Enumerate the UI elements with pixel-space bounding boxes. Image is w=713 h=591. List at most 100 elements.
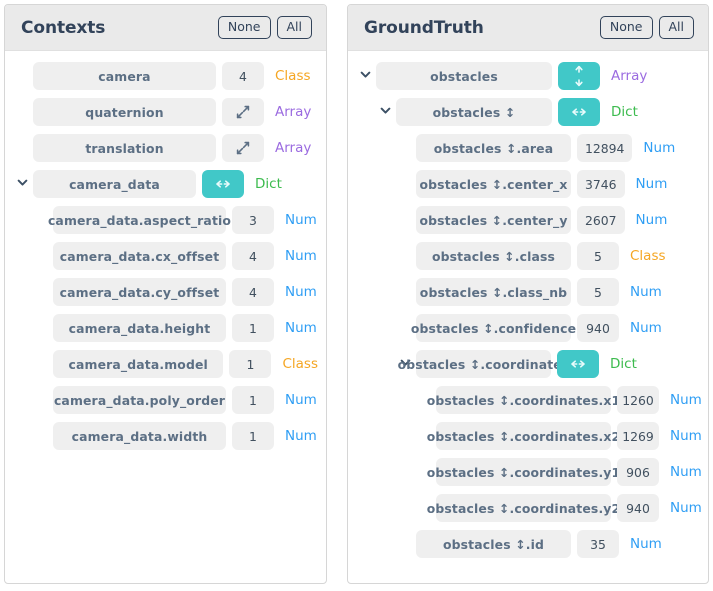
field-row: camera_data.height 1 Num [5, 310, 326, 346]
field-name-pill[interactable]: camera_data [33, 170, 196, 198]
field-name-pill[interactable]: obstacles ↕.class_nb [416, 278, 571, 306]
panel-title: GroundTruth [364, 17, 484, 38]
field-name-pill[interactable]: obstacles ↕.area [416, 134, 571, 162]
left-right-arrows-icon[interactable] [558, 98, 600, 126]
panel-header-groundtruth: GroundTruth None All [348, 5, 708, 51]
header-buttons: None All [217, 15, 312, 40]
field-name-pill[interactable]: quaternion [33, 98, 216, 126]
field-value-pill[interactable]: 940 [617, 494, 659, 522]
field-row: obstacles ↕.class_nb 5 Num [348, 274, 708, 310]
field-type-label: Num [285, 248, 317, 264]
field-type-label: Num [635, 176, 668, 192]
field-name-pill[interactable]: camera_data.width [53, 422, 226, 450]
field-type-label: Array [611, 68, 648, 84]
field-row: camera_data.aspect_ratio 3 Num [5, 202, 326, 238]
field-row: obstacles ↕.coordinates.x2 1269 Num [348, 418, 708, 454]
field-name-pill[interactable]: obstacles [376, 62, 552, 90]
field-value-pill[interactable]: 4 [232, 278, 274, 306]
panel-groundtruth: GroundTruth None All obstacles Array obstacle… [347, 4, 709, 584]
field-row: camera_data.width 1 Num [5, 418, 326, 454]
select-all-button[interactable]: All [658, 15, 694, 40]
field-type-label: Num [670, 428, 702, 444]
field-value-pill[interactable]: 4 [232, 242, 274, 270]
field-row: obstacles ↕.area 12894 Num [348, 130, 708, 166]
field-name-pill[interactable]: camera_data.cx_offset [53, 242, 226, 270]
field-value-pill[interactable]: 3746 [577, 170, 625, 198]
field-type-label: Num [285, 284, 317, 300]
field-value-pill[interactable]: 4 [222, 62, 264, 90]
field-value-pill[interactable]: 906 [617, 458, 659, 486]
field-type-label: Array [275, 104, 312, 120]
field-row: camera 4 Class [5, 58, 326, 94]
field-row: camera_data.cy_offset 4 Num [5, 274, 326, 310]
field-row: camera_data.poly_order 1 Num [5, 382, 326, 418]
select-none-button[interactable]: None [599, 15, 653, 40]
field-name-pill[interactable]: obstacles ↕ [396, 98, 552, 126]
field-value-pill[interactable]: 35 [577, 530, 619, 558]
panel-header-contexts: Contexts None All [5, 5, 326, 51]
field-row: obstacles ↕.coordinates.x1 1260 Num [348, 382, 708, 418]
left-right-arrows-icon[interactable] [557, 350, 599, 378]
chevron-down-icon[interactable] [374, 105, 396, 119]
field-name-pill[interactable]: obstacles ↕.coordinates [398, 350, 569, 378]
field-name-pill[interactable]: obstacles ↕.coordinates.x2 [427, 422, 620, 450]
field-name-pill[interactable]: obstacles ↕.id [416, 530, 571, 558]
field-type-label: Num [285, 392, 317, 408]
field-name-pill[interactable]: translation [33, 134, 216, 162]
field-name-pill[interactable]: obstacles ↕.confidence [411, 314, 576, 342]
expand-diagonal-icon[interactable] [222, 134, 264, 162]
field-type-label: Num [670, 464, 702, 480]
field-row: obstacles Array [348, 58, 708, 94]
select-all-button[interactable]: All [276, 15, 312, 40]
field-row: camera_data.cx_offset 4 Num [5, 238, 326, 274]
field-value-pill[interactable]: 5 [577, 278, 619, 306]
field-type-label: Num [643, 140, 676, 156]
field-type-label: Dict [610, 356, 637, 372]
field-name-pill[interactable]: obstacles ↕.coordinates.y2 [427, 494, 620, 522]
field-type-label: Num [630, 320, 662, 336]
field-name-pill[interactable]: camera [33, 62, 216, 90]
field-value-pill[interactable]: 3 [232, 206, 274, 234]
panels-container: Contexts None All camera 4 Class quaternion Arr… [0, 0, 713, 591]
field-name-pill[interactable]: camera_data.aspect_ratio [48, 206, 231, 234]
field-value-pill[interactable]: 1 [229, 350, 272, 378]
field-row: obstacles ↕ Dict [348, 94, 708, 130]
chevron-down-icon[interactable] [354, 69, 376, 83]
up-down-arrows-icon[interactable] [558, 62, 600, 90]
field-name-pill[interactable]: obstacles ↕.coordinates.x1 [427, 386, 620, 414]
field-value-pill[interactable]: 1 [232, 386, 274, 414]
select-none-button[interactable]: None [217, 15, 271, 40]
field-type-label: Dict [255, 176, 282, 192]
field-row: obstacles ↕.id 35 Num [348, 526, 708, 562]
field-name-pill[interactable]: obstacles ↕.class [416, 242, 571, 270]
field-value-pill[interactable]: 1269 [617, 422, 659, 450]
field-value-pill[interactable]: 2607 [577, 206, 625, 234]
panel-title: Contexts [21, 17, 106, 38]
field-type-label: Class [282, 356, 318, 372]
field-value-pill[interactable]: 940 [577, 314, 619, 342]
field-type-label: Num [635, 212, 668, 228]
field-name-pill[interactable]: obstacles ↕.center_y [416, 206, 571, 234]
field-type-label: Num [285, 320, 317, 336]
expand-diagonal-icon[interactable] [222, 98, 264, 126]
field-name-pill[interactable]: obstacles ↕.coordinates.y1 [427, 458, 620, 486]
field-row: translation Array [5, 130, 326, 166]
field-row: obstacles ↕.center_y 2607 Num [348, 202, 708, 238]
field-name-pill[interactable]: camera_data.cy_offset [53, 278, 226, 306]
field-name-pill[interactable]: obstacles ↕.center_x [416, 170, 571, 198]
field-name-pill[interactable]: camera_data.poly_order [53, 386, 226, 414]
field-row: obstacles ↕.coordinates.y2 940 Num [348, 490, 708, 526]
field-value-pill[interactable]: 5 [577, 242, 619, 270]
field-value-pill[interactable]: 1 [232, 314, 274, 342]
chevron-down-icon[interactable] [11, 177, 33, 191]
field-type-label: Class [275, 68, 311, 84]
left-right-arrows-icon[interactable] [202, 170, 244, 198]
header-buttons: None All [599, 15, 694, 40]
field-row: obstacles ↕.coordinates Dict [348, 346, 708, 382]
field-value-pill[interactable]: 1260 [617, 386, 659, 414]
field-name-pill[interactable]: camera_data.model [53, 350, 224, 378]
field-row: obstacles ↕.confidence 940 Num [348, 310, 708, 346]
field-name-pill[interactable]: camera_data.height [53, 314, 226, 342]
field-value-pill[interactable]: 1 [232, 422, 274, 450]
field-value-pill[interactable]: 12894 [577, 134, 633, 162]
